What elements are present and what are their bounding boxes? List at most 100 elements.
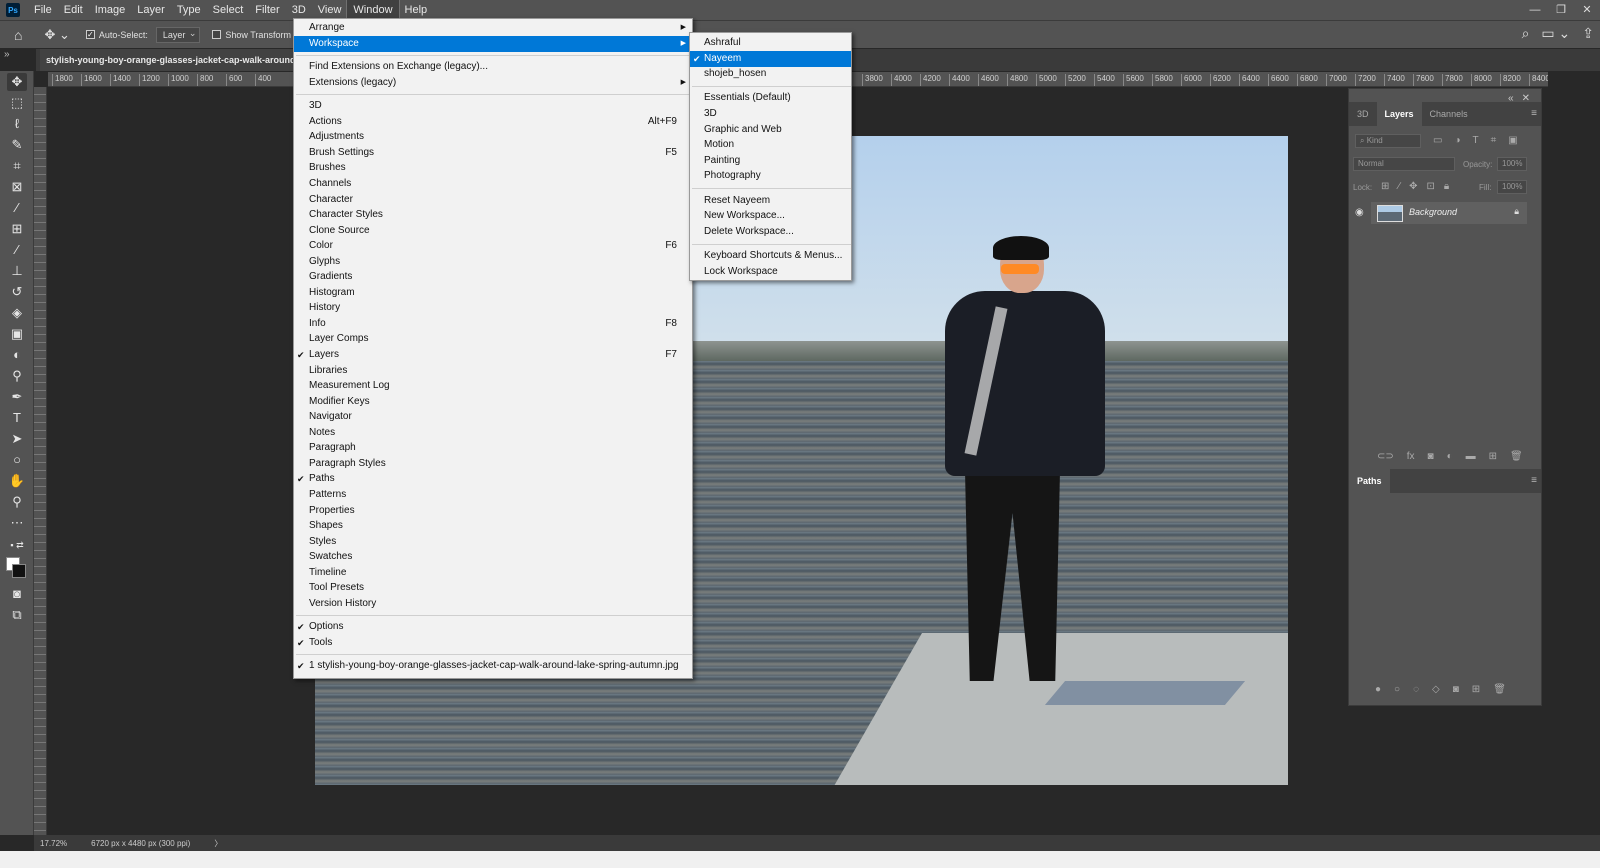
menu-item-libraries[interactable]: Libraries xyxy=(294,363,692,379)
menu-item-ashraful[interactable]: Ashraful xyxy=(690,35,851,51)
quick-mask-icon[interactable]: ◙ xyxy=(7,585,27,603)
healing-brush-tool-icon[interactable]: ⊞ xyxy=(7,220,27,238)
new-group-icon[interactable]: ▬ xyxy=(1466,451,1476,462)
menu-item-adjustments[interactable]: Adjustments xyxy=(294,129,692,145)
menu-view[interactable]: View xyxy=(312,0,348,20)
share-icon[interactable]: ⇪ xyxy=(1582,25,1594,42)
menu-item-options[interactable]: ✔ Options xyxy=(294,619,692,635)
menu-item-swatches[interactable]: Swatches xyxy=(294,549,692,565)
menu-layer[interactable]: Layer xyxy=(131,0,171,20)
search-icon[interactable]: ⌕ xyxy=(1522,25,1530,42)
default-colors-icon[interactable]: ▪ ⇄ xyxy=(2,536,32,554)
type-filter-icon[interactable]: T xyxy=(1473,135,1479,146)
menu-window[interactable]: Window xyxy=(346,0,400,21)
menu-item-brush-settings[interactable]: Brush Settings F5 xyxy=(294,145,692,161)
fill-field[interactable]: 100% xyxy=(1497,180,1527,194)
zoom-level[interactable]: 17.72% xyxy=(40,839,67,848)
background-color-swatch[interactable] xyxy=(12,564,26,578)
stroke-path-icon[interactable]: ○ xyxy=(1394,684,1400,695)
zoom-tool-icon[interactable]: ⚲ xyxy=(7,493,27,511)
menu-item-timeline[interactable]: Timeline xyxy=(294,565,692,581)
menu-item-gradients[interactable]: Gradients xyxy=(294,269,692,285)
tab-channels[interactable]: Channels xyxy=(1422,102,1476,126)
layer-kind-filter[interactable]: ⌕ Kind xyxy=(1355,134,1421,148)
brush-tool-icon[interactable]: ∕ xyxy=(7,241,27,259)
menu-item-channels[interactable]: Channels xyxy=(294,176,692,192)
fx-icon[interactable]: fx xyxy=(1407,451,1415,462)
home-icon[interactable]: ⌂ xyxy=(14,27,22,43)
tab-3d[interactable]: 3D xyxy=(1349,102,1377,126)
close-button[interactable]: ✕ xyxy=(1574,0,1600,20)
menu-item-workspace[interactable]: Workspace ▶ xyxy=(294,35,692,52)
menu-item-layers[interactable]: ✔ Layers F7 xyxy=(294,347,692,363)
status-expand-icon[interactable]: 〉 xyxy=(214,838,222,849)
new-layer-icon[interactable]: ⊞ xyxy=(1489,451,1497,462)
adjustment-filter-icon[interactable]: ◑ xyxy=(1454,135,1460,146)
eyedropper-tool-icon[interactable]: ⁄ xyxy=(7,199,27,217)
history-brush-tool-icon[interactable]: ↺ xyxy=(7,283,27,301)
menu-item-brushes[interactable]: Brushes xyxy=(294,160,692,176)
panel-menu-icon[interactable]: ≡ xyxy=(1531,108,1537,119)
menu-item-3d[interactable]: 3D xyxy=(690,106,851,122)
layer-row-background[interactable]: Background 🔒︎ xyxy=(1371,202,1527,224)
menu-item-actions[interactable]: Actions Alt+F9 xyxy=(294,114,692,130)
menu-item-shapes[interactable]: Shapes xyxy=(294,518,692,534)
eye-icon[interactable]: ◉ xyxy=(1355,207,1364,218)
lock-artboard-icon[interactable]: ⊡ xyxy=(1426,181,1434,192)
make-work-path-icon[interactable]: ◇ xyxy=(1432,684,1440,695)
pen-tool-icon[interactable]: ✒ xyxy=(7,388,27,406)
menu-item-character-styles[interactable]: Character Styles xyxy=(294,207,692,223)
more-tools-icon[interactable]: ⋯ xyxy=(7,514,27,532)
fill-path-icon[interactable]: ● xyxy=(1375,684,1381,695)
shape-filter-icon[interactable]: ⌗ xyxy=(1491,135,1497,146)
menu-type[interactable]: Type xyxy=(171,0,207,20)
smart-object-filter-icon[interactable]: ▣ xyxy=(1508,135,1517,146)
clone-stamp-tool-icon[interactable]: ⊥ xyxy=(7,262,27,280)
menu-item-tool-presets[interactable]: Tool Presets xyxy=(294,580,692,596)
menu-item-painting[interactable]: Painting xyxy=(690,153,851,169)
menu-item-3d[interactable]: 3D xyxy=(294,98,692,114)
menu-file[interactable]: File xyxy=(28,0,58,20)
menu-item-find-extensions-on-exchange-legacy[interactable]: Find Extensions on Exchange (legacy)... xyxy=(294,59,692,75)
menu-item-reset-nayeem[interactable]: Reset Nayeem xyxy=(690,193,851,209)
menu-item-notes[interactable]: Notes xyxy=(294,425,692,441)
frame-tool-icon[interactable]: ⊠ xyxy=(7,178,27,196)
lock-all-icon[interactable]: 🔒︎ xyxy=(1444,181,1449,192)
menu-item-navigator[interactable]: Navigator xyxy=(294,409,692,425)
blur-tool-icon[interactable]: ◐ xyxy=(7,346,27,364)
quick-selection-tool-icon[interactable]: ✎ xyxy=(7,136,27,154)
menu-3d[interactable]: 3D xyxy=(286,0,312,20)
menu-image[interactable]: Image xyxy=(89,0,132,20)
menu-item-nayeem[interactable]: ✔ Nayeem xyxy=(690,50,851,67)
menu-item-glyphs[interactable]: Glyphs xyxy=(294,254,692,270)
menu-item-arrange[interactable]: Arrange ▶ xyxy=(294,20,692,36)
auto-select-target-dropdown[interactable]: Layer xyxy=(155,26,201,43)
menu-item-extensions-legacy[interactable]: Extensions (legacy) ▶ xyxy=(294,75,692,91)
menu-help[interactable]: Help xyxy=(399,0,434,20)
auto-select-checkbox[interactable]: ✓ Auto-Select: xyxy=(85,30,148,40)
menu-item-shojeb-hosen[interactable]: shojeb_hosen xyxy=(690,66,851,82)
menu-item-clone-source[interactable]: Clone Source xyxy=(294,223,692,239)
menu-item-paragraph-styles[interactable]: Paragraph Styles xyxy=(294,456,692,472)
dodge-tool-icon[interactable]: ⚲ xyxy=(7,367,27,385)
opacity-field[interactable]: 100% xyxy=(1497,157,1527,171)
document-tab[interactable]: stylish-young-boy-orange-glasses-jacket-… xyxy=(40,49,300,71)
lasso-tool-icon[interactable]: ℓ xyxy=(7,115,27,133)
menu-item-info[interactable]: Info F8 xyxy=(294,316,692,332)
hand-tool-icon[interactable]: ✋ xyxy=(7,472,27,490)
menu-edit[interactable]: Edit xyxy=(58,0,89,20)
menu-item-delete-workspace[interactable]: Delete Workspace... xyxy=(690,224,851,240)
menu-item-tools[interactable]: ✔ Tools xyxy=(294,635,692,651)
adjustment-layer-icon[interactable]: ◐ xyxy=(1447,451,1453,462)
menu-item-history[interactable]: History xyxy=(294,300,692,316)
menu-item-styles[interactable]: Styles xyxy=(294,534,692,550)
delete-path-icon[interactable]: 🗑︎ xyxy=(1493,684,1506,695)
menu-item-lock-workspace[interactable]: Lock Workspace xyxy=(690,264,851,280)
menu-item-1-stylish-young-boy-orange-glasses-jacke[interactable]: ✔ 1 stylish-young-boy-orange-glasses-jack… xyxy=(294,658,692,674)
move-tool-preset-icon[interactable]: ✥ ⌄ xyxy=(44,27,69,43)
collapse-dock-icon[interactable]: « xyxy=(1508,93,1514,104)
menu-item-paths[interactable]: ✔ Paths xyxy=(294,471,692,487)
menu-item-properties[interactable]: Properties xyxy=(294,503,692,519)
crop-tool-icon[interactable]: ⌗ xyxy=(7,157,27,175)
menu-item-graphic-and-web[interactable]: Graphic and Web xyxy=(690,122,851,138)
